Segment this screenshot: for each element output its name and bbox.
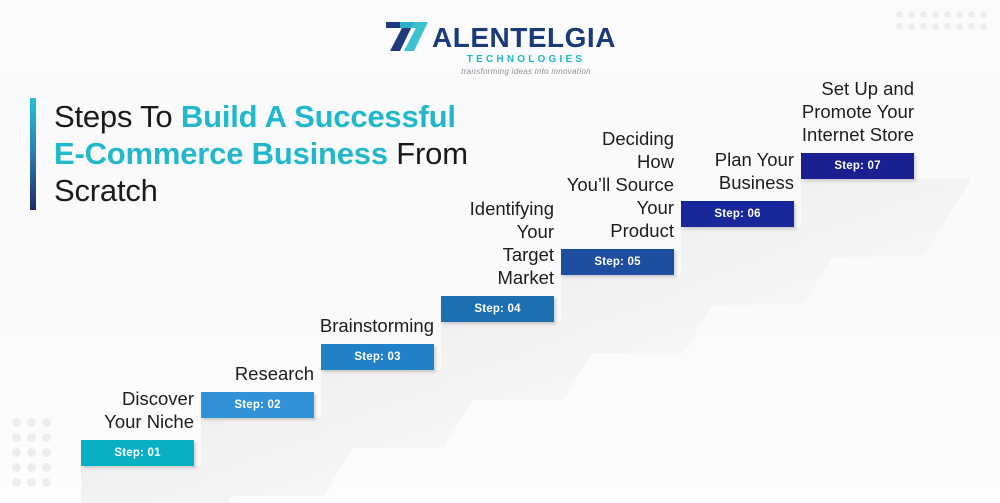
step-shadow-7 <box>801 179 971 257</box>
logo-row: ALENTELGIA <box>384 20 616 53</box>
page-title: Steps To Build A Successful E-Commerce B… <box>54 98 474 210</box>
step-badge-5[interactable]: Step: 05 <box>561 249 674 275</box>
decorative-dot <box>12 463 21 472</box>
decorative-dot <box>932 11 939 18</box>
decorative-dot <box>908 11 915 18</box>
dot-grid-bottom-left <box>12 418 57 493</box>
step-title-1: Discover Your Niche <box>104 388 194 432</box>
brand-logo: ALENTELGIA TECHNOLOGIES transforming ide… <box>0 20 1000 76</box>
step-title-6: Plan Your Business <box>714 149 794 193</box>
step-title-3: Brainstorming <box>319 315 434 336</box>
decorative-dot <box>27 433 36 442</box>
step-item-3: Brainstorming Step: 03 <box>320 315 491 448</box>
logo-tagline: transforming ideas into innovation <box>461 67 591 76</box>
decorative-dot <box>42 463 51 472</box>
step-badge-7[interactable]: Step: 07 <box>801 153 914 179</box>
decorative-dot <box>42 448 51 457</box>
infographic-canvas: ALENTELGIA TECHNOLOGIES transforming ide… <box>0 0 1000 503</box>
decorative-dot <box>42 433 51 442</box>
decorative-dot <box>42 418 51 427</box>
decorative-dot <box>980 11 987 18</box>
step-item-1: Discover Your Niche Step: 01 <box>81 388 251 503</box>
step-item-6: Plan Your Business Step: 06 <box>681 149 851 305</box>
step-title-2: Research <box>234 363 314 384</box>
decorative-dot <box>920 11 927 18</box>
step-badge-3[interactable]: Step: 03 <box>321 344 434 370</box>
step-badge-4[interactable]: Step: 04 <box>441 296 554 322</box>
decorative-dot <box>968 11 975 18</box>
decorative-dot <box>896 11 903 18</box>
decorative-dot <box>27 418 36 427</box>
step-item-2: Research Step: 02 <box>201 363 371 496</box>
decorative-dot <box>27 478 36 487</box>
decorative-dot <box>12 418 21 427</box>
logo-wordmark: ALENTELGIA <box>432 22 616 53</box>
decorative-dot <box>12 433 21 442</box>
decorative-dot <box>27 448 36 457</box>
decorative-dot <box>42 478 51 487</box>
step-badge-2[interactable]: Step: 02 <box>201 392 314 418</box>
step-item-7: Set Up and Promote Your Internet Store St… <box>801 78 971 257</box>
step-title-7: Set Up and Promote Your Internet Store <box>801 78 914 145</box>
step-title-5: Deciding How You’ll Source Your Product <box>566 128 674 241</box>
step-title-4: Identifying Your Target Market <box>469 198 554 288</box>
decorative-dot <box>956 11 963 18</box>
headline-part-1: Steps To <box>54 99 181 134</box>
logo-subtitle: TECHNOLOGIES <box>466 54 586 65</box>
step-badge-1[interactable]: Step: 01 <box>81 440 194 466</box>
decorative-dot <box>944 11 951 18</box>
decorative-dot <box>27 463 36 472</box>
decorative-dot <box>12 448 21 457</box>
step-item-4: Identifying Your Target Market Step: 04 <box>441 198 611 400</box>
headline-accent-bar <box>30 98 36 210</box>
headline-block: Steps To Build A Successful E-Commerce B… <box>30 98 474 210</box>
step-badge-6[interactable]: Step: 06 <box>681 201 794 227</box>
double-seven-icon <box>384 20 430 53</box>
decorative-dot <box>12 478 21 487</box>
step-item-5: Deciding How You’ll Source Your Product S… <box>561 128 731 353</box>
